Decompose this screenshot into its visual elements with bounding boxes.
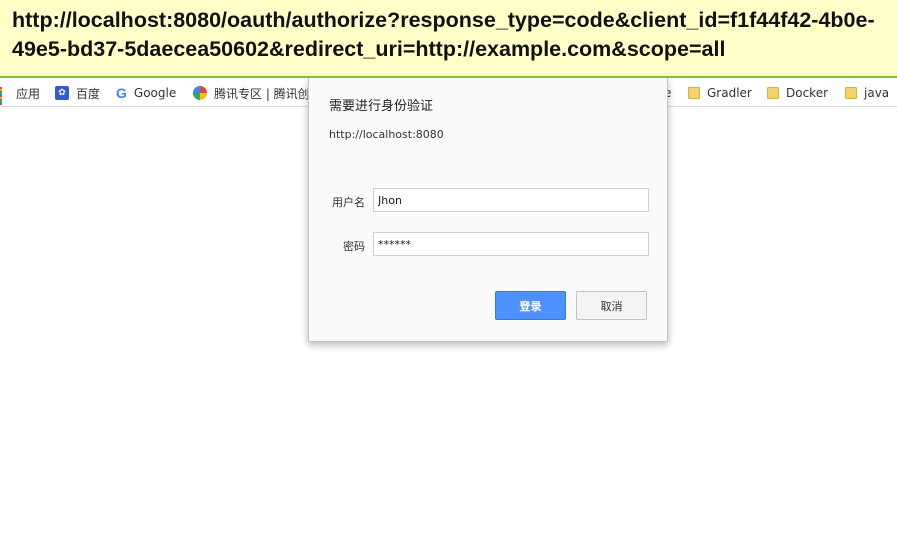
bookmark-java[interactable]: java [845,80,889,106]
baidu-paw-icon: ✿ [55,86,69,100]
bookmark-label: Gradler [707,86,752,100]
bookmark-gradler[interactable]: Gradler [688,80,752,106]
bookmark-label: 应用 [16,86,41,101]
bookmark-tencent[interactable]: 腾讯专区 | 腾讯创 [193,80,310,106]
bookmark-apps[interactable]: 应用 [0,80,40,106]
dialog-title: 需要进行身份验证 [329,99,434,114]
password-label: 密码 [343,240,365,253]
bookmark-label: Docker [786,86,829,100]
bookmark-docker[interactable]: Docker [767,80,828,106]
bookmark-baidu[interactable]: ✿ 百度 [55,80,100,106]
bookmark-label: 腾讯专区 | 腾讯创 [214,86,310,101]
apps-grid-icon [0,87,9,105]
google-icon: G [116,85,127,101]
password-input[interactable] [373,232,649,256]
folder-icon [845,87,857,99]
login-button[interactable]: 登录 [495,291,566,320]
cancel-button[interactable]: 取消 [576,291,647,320]
auth-dialog: 需要进行身份验证 http://localhost:8080 用户名 密码 登录… [308,78,668,342]
url-banner: http://localhost:8080/oauth/authorize?re… [0,0,897,78]
bookmark-label: 百度 [76,86,101,101]
bookmark-label: java [864,86,890,100]
username-input[interactable] [373,188,649,212]
folder-icon [767,87,779,99]
dialog-origin: http://localhost:8080 [329,128,444,141]
folder-icon [688,87,700,99]
tencent-icon [193,86,207,100]
bookmark-label: Google [133,86,177,100]
username-label: 用户名 [332,196,365,209]
bookmark-google[interactable]: G Google [116,80,176,106]
